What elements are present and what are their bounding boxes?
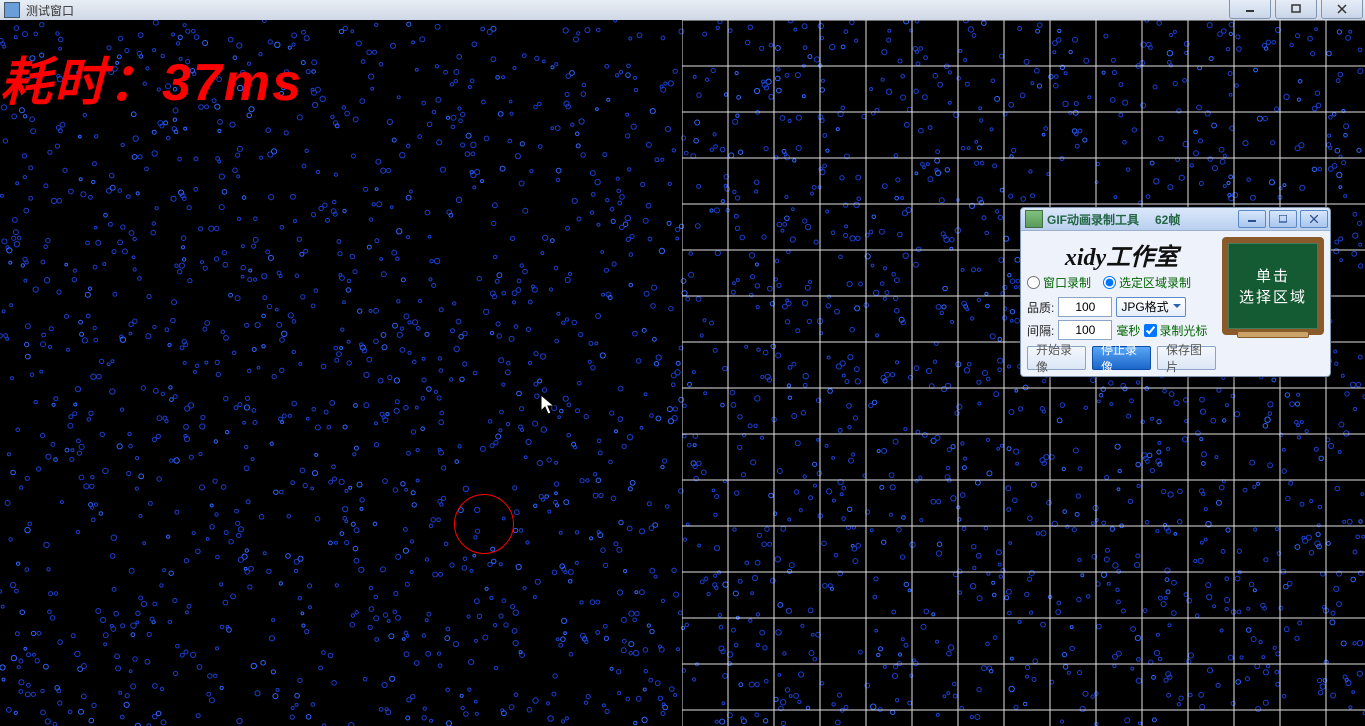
radio-region-record-label: 选定区域录制 [1119,274,1191,291]
record-cursor-input[interactable] [1144,324,1157,337]
app-icon [4,2,20,18]
record-cursor-label: 录制光标 [1159,322,1207,339]
maximize-button[interactable] [1275,0,1317,19]
target-circle [454,494,514,554]
stop-record-button[interactable]: 停止录像 [1092,346,1151,370]
window-controls [1227,0,1365,20]
radio-window-record-label: 窗口录制 [1043,274,1091,291]
interval-label: 间隔: [1027,322,1054,339]
minimize-button[interactable] [1229,0,1271,19]
save-image-button[interactable]: 保存图片 [1157,346,1216,370]
tool-close-button[interactable] [1300,210,1328,228]
tool-window-title: GIF动画录制工具 [1047,211,1139,228]
format-select-value: JPG格式 [1121,300,1168,314]
tool-maximize-button[interactable] [1269,210,1297,228]
quality-label: 品质: [1027,299,1054,316]
format-select[interactable]: JPG格式 [1116,297,1185,317]
brand-label: xidy工作室 [1027,237,1216,272]
quality-input[interactable] [1058,297,1112,317]
elapsed-time-label: 耗时：37ms [0,40,303,115]
tool-title-bar[interactable]: GIF动画录制工具 62帧 [1021,208,1330,231]
frame-count-label: 62帧 [1155,211,1180,228]
select-region-chalkboard[interactable]: 单击 选择区域 [1222,237,1324,335]
interval-input[interactable] [1058,320,1112,340]
radio-region-record[interactable]: 选定区域录制 [1103,274,1191,291]
chalkboard-line1: 单击 [1256,265,1290,286]
interval-unit: 毫秒 [1116,322,1140,339]
main-window-title: 测试窗口 [24,2,1227,19]
radio-window-record-input[interactable] [1027,276,1040,289]
gif-recorder-window[interactable]: GIF动画录制工具 62帧 xidy工作室 窗口录制 选定 [1020,207,1331,377]
tool-body: xidy工作室 窗口录制 选定区域录制 品质: JPG格式 [1021,231,1330,376]
start-record-button[interactable]: 开始录像 [1027,346,1086,370]
tool-minimize-button[interactable] [1238,210,1266,228]
radio-window-record[interactable]: 窗口录制 [1027,274,1091,291]
record-cursor-checkbox[interactable]: 录制光标 [1144,322,1207,339]
radio-region-record-input[interactable] [1103,276,1116,289]
chalkboard-line2: 选择区域 [1239,286,1307,307]
tool-app-icon [1025,210,1043,228]
main-window: 测试窗口 耗时：37ms GIF动画录制工具 62帧 [0,0,1365,726]
main-title-bar[interactable]: 测试窗口 [0,0,1365,21]
close-button[interactable] [1321,0,1363,19]
